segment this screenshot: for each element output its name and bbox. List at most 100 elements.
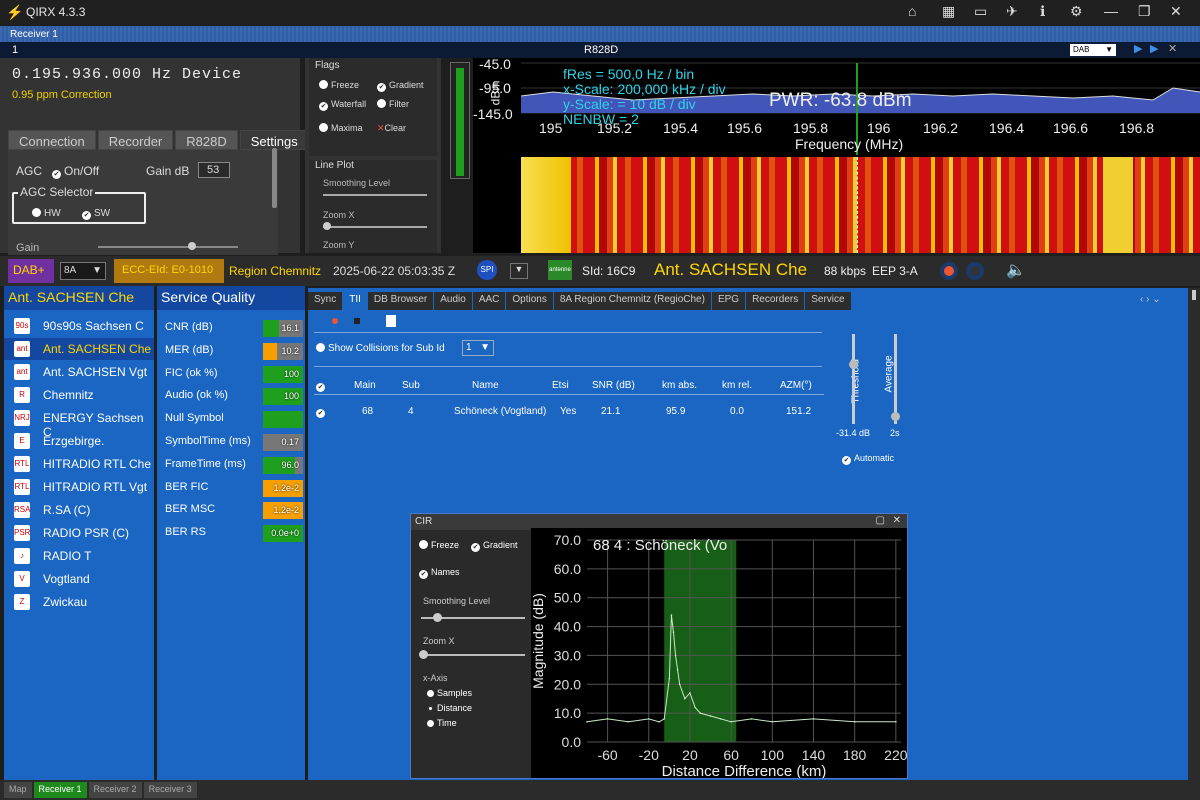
clear-button[interactable]: ✕Clear	[377, 123, 406, 134]
samples-radio[interactable]: Samples	[427, 688, 472, 698]
y-axis-label: Magnitude (dB)	[531, 593, 546, 689]
panels-icon[interactable]: ▦	[942, 3, 955, 20]
tab-receiver-3[interactable]: Receiver 3	[143, 782, 197, 798]
tab-aac[interactable]: AAC	[472, 292, 506, 310]
record-button[interactable]	[940, 262, 958, 280]
tab-map[interactable]: Map	[4, 782, 32, 798]
tab-tii[interactable]: TII	[343, 292, 367, 310]
sw-radio[interactable]: ✔ SW	[82, 208, 110, 220]
hw-radio[interactable]: HW	[32, 208, 61, 219]
tab-ensemble[interactable]: 8A Region Chemnitz (RegioChe)	[553, 292, 711, 310]
service-item[interactable]: PSR RADIO PSR (C)	[4, 522, 154, 544]
cir-zoom-x-slider[interactable]	[421, 654, 525, 656]
minimize-icon[interactable]: —	[1104, 3, 1118, 19]
cir-names-checkbox[interactable]: ✔ Names	[419, 567, 460, 579]
service-item[interactable]: RTL HITRADIO RTL Vgt	[4, 476, 154, 498]
satellite-icon[interactable]: ✈	[1006, 3, 1018, 20]
tab-connection[interactable]: Connection	[8, 130, 96, 150]
scroll-thumb[interactable]	[1192, 290, 1196, 300]
row-checkbox[interactable]: ✔	[316, 406, 328, 418]
channel-select[interactable]: 8A ▼	[60, 262, 106, 280]
speaker-icon[interactable]: 🔈	[1006, 260, 1026, 280]
cir-gradient-checkbox[interactable]: ✔ Gradient	[471, 540, 518, 552]
close-icon[interactable]: ✕	[893, 515, 901, 526]
main-scrollbar[interactable]	[1188, 288, 1200, 780]
mode-select[interactable]: DAB ▼	[1070, 44, 1116, 56]
home-icon[interactable]: ⌂	[908, 3, 916, 19]
service-item[interactable]: ant Ant. SACHSEN Che	[4, 338, 154, 360]
show-collisions-checkbox[interactable]: Show Collisions for Sub Id	[316, 343, 445, 354]
threshold-slider[interactable]	[852, 334, 855, 424]
select-all-checkbox[interactable]: ✔	[316, 380, 328, 392]
service-item[interactable]: NRJ ENERGY Sachsen C	[4, 407, 154, 439]
gain-slider-thumb[interactable]	[188, 242, 196, 250]
zoom-x-thumb[interactable]	[323, 222, 331, 230]
service-item[interactable]: E Erzgebirge.	[4, 430, 154, 452]
time-radio[interactable]: Time	[427, 718, 457, 728]
restore-icon[interactable]: ❐	[1138, 3, 1151, 20]
tab-sync[interactable]: Sync	[308, 292, 343, 310]
tab-scroll-icon[interactable]: ‹ › ⌄	[1140, 294, 1161, 305]
table-row[interactable]: ✔ 68 4 Schöneck (Vogtland) Yes 21.1 95.9…	[314, 398, 824, 428]
stop-button[interactable]	[966, 262, 984, 280]
map-icon[interactable]: ▭	[974, 3, 987, 20]
threshold-thumb[interactable]	[849, 360, 858, 369]
gradient-checkbox[interactable]: ✔ Gradient	[377, 80, 424, 92]
filter-checkbox[interactable]: Filter	[377, 99, 409, 109]
maximize-icon[interactable]: ▢	[876, 515, 885, 526]
next-icon[interactable]: ▶	[1150, 42, 1158, 55]
service-item[interactable]: ant Ant. SACHSEN Vgt	[4, 361, 154, 383]
tab-options[interactable]: Options	[506, 292, 553, 310]
freeze-checkbox[interactable]: Freeze	[319, 80, 359, 90]
tab-settings[interactable]: Settings	[239, 130, 309, 150]
gain-slider[interactable]	[98, 246, 238, 248]
tab-receiver-1[interactable]: Receiver 1	[33, 782, 87, 798]
tab-recorder[interactable]: Recorder	[97, 130, 174, 150]
stop-icon[interactable]	[354, 318, 360, 324]
maxima-checkbox[interactable]: Maxima	[319, 123, 363, 133]
spec-xtick: 195	[539, 120, 563, 136]
cir-zoom-x-thumb[interactable]	[419, 650, 428, 659]
gain-db-input[interactable]: 53	[198, 162, 230, 178]
tab-r828d[interactable]: R828D	[175, 130, 238, 150]
tab-db-browser[interactable]: DB Browser	[367, 292, 434, 310]
tab-receiver-2[interactable]: Receiver 2	[88, 782, 142, 798]
average-thumb[interactable]	[891, 412, 900, 421]
gear-icon[interactable]: ⚙	[1070, 3, 1083, 20]
dropdown-icon[interactable]: ▼	[510, 263, 528, 279]
play-icon[interactable]: ▶	[1134, 42, 1142, 55]
samples-label: Samples	[437, 688, 473, 698]
distance-radio[interactable]: Distance	[427, 703, 472, 713]
close-receiver-icon[interactable]: ✕	[1168, 42, 1177, 55]
close-icon[interactable]: ✕	[1170, 3, 1182, 20]
spi-button[interactable]: SPI	[477, 260, 497, 280]
document-icon[interactable]	[386, 315, 396, 327]
service-item[interactable]: RSA R.SA (C)	[4, 499, 154, 521]
tab-epg[interactable]: EPG	[711, 292, 746, 310]
tab-audio[interactable]: Audio	[434, 292, 472, 310]
agc-checkbox[interactable]: ✔ On/Off	[52, 164, 99, 179]
zoom-x-slider[interactable]	[323, 226, 427, 228]
automatic-checkbox[interactable]: ✔ Automatic	[842, 453, 894, 465]
service-item[interactable]: 90s 90s90s Sachsen C	[4, 315, 154, 337]
sub-id-select[interactable]: 1 ▼	[462, 340, 494, 356]
service-item[interactable]: V Vogtland	[4, 568, 154, 590]
tab-recorders[interactable]: Recorders	[746, 292, 805, 310]
service-item[interactable]: R Chemnitz	[4, 384, 154, 406]
average-slider[interactable]	[894, 334, 897, 424]
info-icon[interactable]: ℹ	[1040, 3, 1045, 20]
cir-smoothing-thumb[interactable]	[433, 613, 442, 622]
settings-scrollbar[interactable]	[272, 148, 277, 208]
service-item[interactable]: Z Zwickau	[4, 591, 154, 613]
cir-freeze-checkbox[interactable]: Freeze	[419, 540, 459, 550]
spec-ytick-2: -145.0	[473, 106, 513, 122]
quality-label: CNR (dB)	[165, 321, 213, 333]
service-item[interactable]: RTL HITRADIO RTL Che	[4, 453, 154, 475]
smoothing-slider[interactable]	[323, 194, 427, 196]
service-item[interactable]: ♪ RADIO T	[4, 545, 154, 567]
x-tick-label: -60	[597, 747, 617, 763]
x-axis-label: Distance Difference (km)	[662, 763, 827, 778]
record-icon[interactable]	[332, 318, 338, 324]
tab-service[interactable]: Service	[805, 292, 851, 310]
waterfall-checkbox[interactable]: ✔ Waterfall	[319, 99, 366, 111]
